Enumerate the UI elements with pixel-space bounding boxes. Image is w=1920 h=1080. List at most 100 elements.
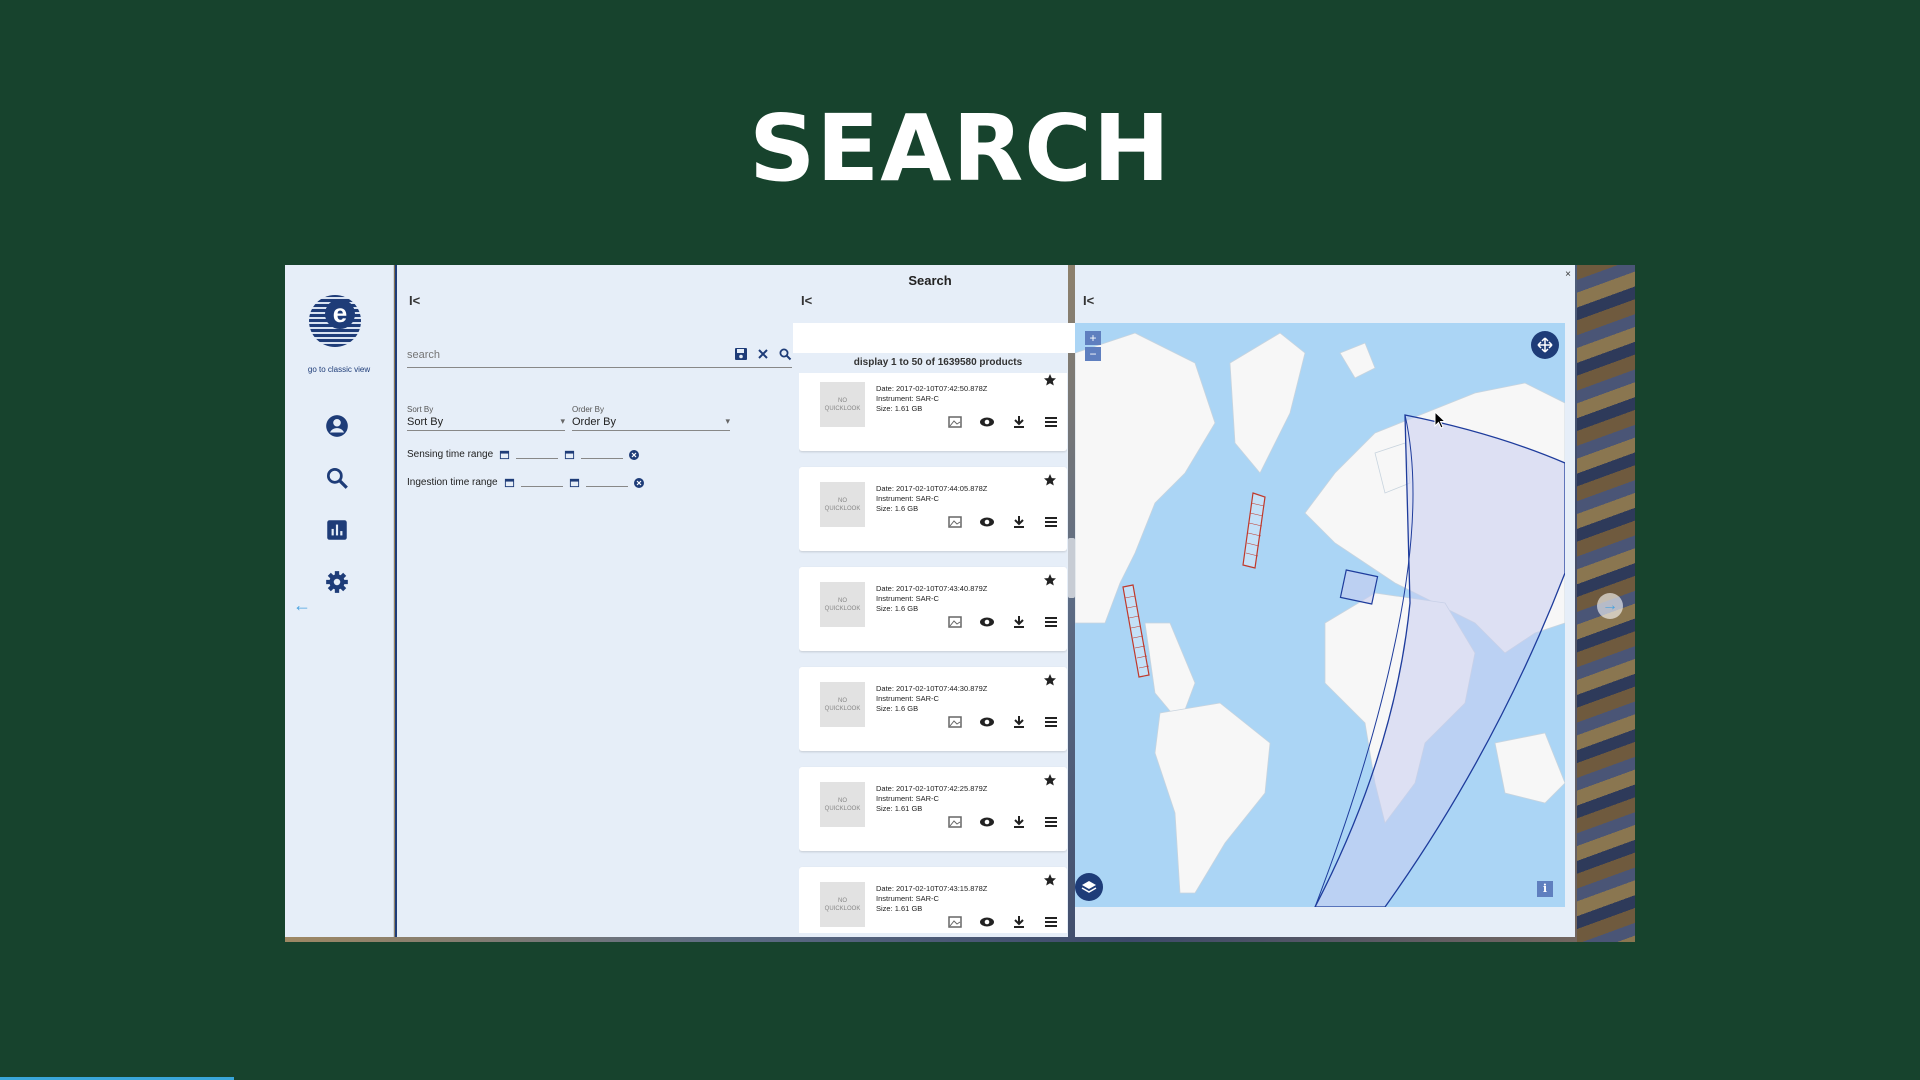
quicklook-placeholder: NO QUICKLOOK <box>820 682 865 727</box>
star-icon[interactable] <box>1043 373 1057 387</box>
user-icon[interactable] <box>324 413 350 439</box>
result-meta: Date: 2017-02-10T07:43:15.878Z Instrument… <box>876 884 987 914</box>
result-actions <box>947 915 1059 929</box>
download-icon[interactable] <box>1011 515 1027 529</box>
calendar-icon[interactable] <box>499 449 510 460</box>
download-icon[interactable] <box>1011 615 1027 629</box>
star-icon[interactable] <box>1043 473 1057 487</box>
result-actions <box>947 515 1059 529</box>
view-icon[interactable] <box>979 615 995 629</box>
result-card[interactable]: NO QUICKLOOK Date: 2017-02-10T07:43:40.87… <box>799 567 1067 651</box>
results-header <box>793 323 1083 353</box>
sort-by-select[interactable]: Sort By Sort By <box>407 405 565 431</box>
search-field <box>407 345 792 368</box>
view-icon[interactable] <box>979 415 995 429</box>
details-list-icon[interactable] <box>1043 715 1059 729</box>
download-icon[interactable] <box>1011 915 1027 929</box>
sort-by-label: Sort By <box>407 405 434 414</box>
collapse-map-panel-button[interactable]: I< <box>1083 293 1094 308</box>
result-date: Date: 2017-02-10T07:44:05.878Z <box>876 484 988 493</box>
info-button[interactable]: i <box>1537 881 1553 897</box>
calendar-icon[interactable] <box>504 477 515 488</box>
calendar-icon[interactable] <box>564 449 575 460</box>
order-by-value[interactable]: Order By <box>572 414 730 431</box>
view-icon[interactable] <box>979 515 995 529</box>
collapse-results-panel-button[interactable]: I< <box>801 293 812 308</box>
star-icon[interactable] <box>1043 773 1057 787</box>
mouse-cursor-icon <box>1434 411 1446 429</box>
result-actions <box>947 815 1059 829</box>
classic-view-link[interactable]: go to classic view <box>285 365 393 374</box>
results-scrollbar-thumb[interactable] <box>1068 538 1075 598</box>
result-size: Size: 1.61 GB <box>876 904 923 913</box>
calendar-icon[interactable] <box>569 477 580 488</box>
ingestion-start-input[interactable] <box>520 478 563 487</box>
bar-chart-icon[interactable] <box>324 517 350 543</box>
fullscreen-icon[interactable] <box>1531 331 1559 359</box>
result-card[interactable]: NO QUICKLOOK Date: 2017-02-10T07:44:05.87… <box>799 467 1067 551</box>
star-icon[interactable] <box>1043 573 1057 587</box>
filter-panel: I< Sort By Sort By Order By Order By Sen… <box>395 265 795 937</box>
download-icon[interactable] <box>1011 815 1027 829</box>
result-card[interactable]: NO QUICKLOOK Date: 2017-02-10T07:44:30.87… <box>799 667 1067 751</box>
result-instrument: Instrument: SAR-C <box>876 494 939 503</box>
result-card[interactable]: NO QUICKLOOK Date: 2017-02-10T07:43:15.87… <box>799 867 1067 933</box>
details-list-icon[interactable] <box>1043 915 1059 929</box>
selected-footprint[interactable] <box>1339 569 1379 605</box>
layers-icon[interactable] <box>1075 873 1103 901</box>
result-date: Date: 2017-02-10T07:42:25.879Z <box>876 784 988 793</box>
download-icon[interactable] <box>1011 715 1027 729</box>
result-instrument: Instrument: SAR-C <box>876 594 939 603</box>
results-scrollbar[interactable] <box>1067 373 1075 933</box>
ingestion-range-label: Ingestion time range <box>407 477 498 488</box>
map-canvas <box>1075 332 1565 907</box>
esa-logo <box>309 295 361 347</box>
view-icon[interactable] <box>979 915 995 929</box>
zoom-out-button[interactable]: − <box>1085 347 1101 361</box>
result-meta: Date: 2017-02-10T07:44:30.879Z Instrument… <box>876 684 987 714</box>
search-submit-icon[interactable] <box>778 347 792 361</box>
details-list-icon[interactable] <box>1043 615 1059 629</box>
world-map[interactable]: + − i <box>1075 323 1565 907</box>
quicklook-icon[interactable] <box>947 415 963 429</box>
close-button[interactable]: × <box>1565 269 1571 280</box>
result-instrument: Instrument: SAR-C <box>876 694 939 703</box>
details-list-icon[interactable] <box>1043 415 1059 429</box>
clear-range-icon[interactable] <box>629 449 640 460</box>
ingestion-end-input[interactable] <box>585 478 628 487</box>
result-card[interactable]: NO QUICKLOOK Date: 2017-02-10T07:42:25.87… <box>799 767 1067 851</box>
gear-icon[interactable] <box>324 569 350 595</box>
quicklook-icon[interactable] <box>947 915 963 929</box>
sensing-start-input[interactable] <box>516 450 559 459</box>
result-meta: Date: 2017-02-10T07:43:40.879Z Instrument… <box>876 584 987 614</box>
quicklook-placeholder: NO QUICKLOOK <box>820 582 865 627</box>
details-list-icon[interactable] <box>1043 815 1059 829</box>
search-input[interactable] <box>407 347 707 363</box>
star-icon[interactable] <box>1043 873 1057 887</box>
collapse-left-arrow-icon[interactable]: ← <box>293 595 311 616</box>
clear-icon[interactable] <box>756 347 770 361</box>
quicklook-icon[interactable] <box>947 815 963 829</box>
view-icon[interactable] <box>979 815 995 829</box>
quicklook-icon[interactable] <box>947 615 963 629</box>
result-size: Size: 1.61 GB <box>876 404 923 413</box>
zoom-in-button[interactable]: + <box>1085 331 1101 345</box>
save-icon[interactable] <box>734 347 748 361</box>
quicklook-icon[interactable] <box>947 515 963 529</box>
order-by-select[interactable]: Order By Order By <box>572 405 730 431</box>
result-date: Date: 2017-02-10T07:44:30.879Z <box>876 684 988 693</box>
sort-by-value[interactable]: Sort By <box>407 414 565 431</box>
next-arrow-icon[interactable]: → <box>1597 593 1623 619</box>
details-list-icon[interactable] <box>1043 515 1059 529</box>
clear-range-icon[interactable] <box>633 477 644 488</box>
star-icon[interactable] <box>1043 673 1057 687</box>
result-card[interactable]: NO QUICKLOOK Date: 2017-02-10T07:42:50.87… <box>799 373 1067 451</box>
collapse-filter-panel-button[interactable]: I< <box>409 293 420 308</box>
quicklook-icon[interactable] <box>947 715 963 729</box>
view-icon[interactable] <box>979 715 995 729</box>
search-icon[interactable] <box>324 465 350 491</box>
result-actions <box>947 415 1059 429</box>
download-icon[interactable] <box>1011 415 1027 429</box>
sensing-end-input[interactable] <box>581 450 624 459</box>
map-panel: Search × I< + − i <box>908 265 1575 937</box>
